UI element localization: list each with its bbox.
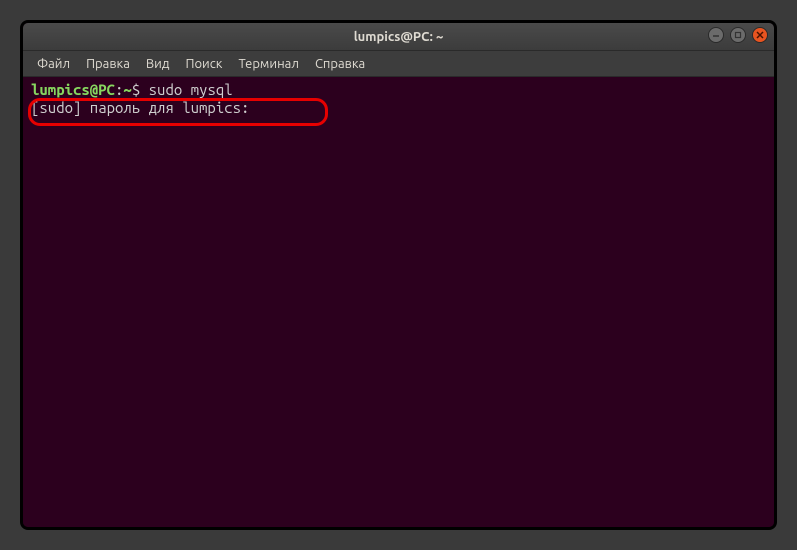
window-controls [708, 27, 768, 43]
menu-file[interactable]: Файл [29, 53, 78, 75]
command-text: sudo mysql [149, 81, 233, 98]
sudo-prompt: [sudo] пароль для lumpics: [31, 99, 249, 116]
terminal-body[interactable]: lumpics@PC:~$ sudo mysql [sudo] пароль д… [23, 77, 774, 527]
prompt-path: ~ [123, 81, 131, 98]
minimize-button[interactable] [708, 27, 724, 43]
window-title: lumpics@PC: ~ [354, 30, 444, 44]
menu-view[interactable]: Вид [138, 53, 178, 75]
menu-search[interactable]: Поиск [177, 53, 230, 75]
close-icon [756, 31, 764, 39]
menubar: Файл Правка Вид Поиск Терминал Справка [23, 51, 774, 77]
maximize-icon [734, 31, 742, 39]
menu-edit[interactable]: Правка [78, 53, 138, 75]
terminal-window: lumpics@PC: ~ Файл Правка Вид Поиск Терм… [20, 20, 777, 530]
titlebar[interactable]: lumpics@PC: ~ [23, 23, 774, 51]
terminal-line-1: lumpics@PC:~$ sudo mysql [31, 81, 766, 99]
menu-help[interactable]: Справка [307, 53, 373, 75]
prompt-user: lumpics@PC [31, 81, 115, 98]
maximize-button[interactable] [730, 27, 746, 43]
minimize-icon [712, 31, 720, 39]
menu-terminal[interactable]: Терминал [230, 53, 306, 75]
close-button[interactable] [752, 27, 768, 43]
prompt-dollar: $ [132, 81, 140, 98]
terminal-line-2: [sudo] пароль для lumpics: [31, 99, 766, 117]
